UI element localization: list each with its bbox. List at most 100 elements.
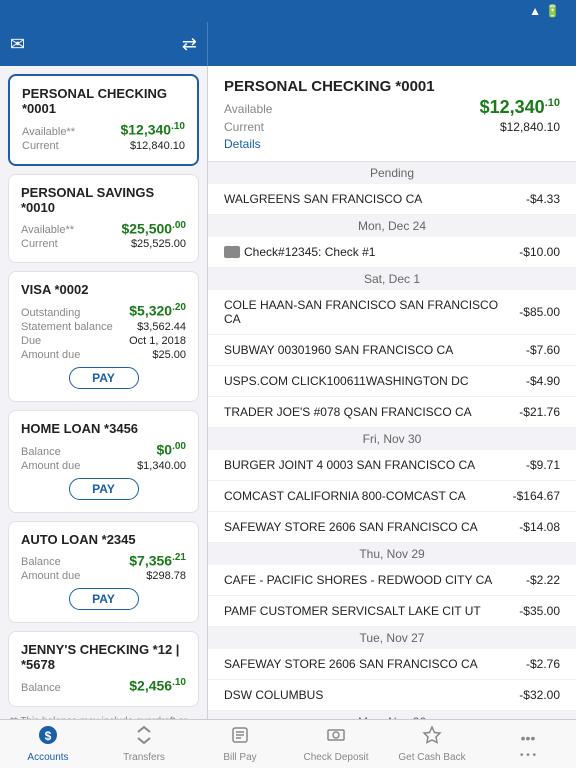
tab-icon-more: •••: [521, 727, 536, 748]
transaction-row[interactable]: USPS.COM CLICK100611WASHINGTON DC-$4.90: [208, 366, 576, 397]
account-card-personal-savings[interactable]: PERSONAL SAVINGS *0010Available**$25,500…: [8, 174, 199, 264]
transaction-row[interactable]: Check#12345: Check #1-$10.00: [208, 237, 576, 268]
tab-item-getcashback[interactable]: Get Cash Back: [384, 720, 480, 768]
transaction-amount: -$21.76: [519, 405, 560, 419]
account-row: Amount due$298.78: [21, 570, 186, 582]
transaction-row[interactable]: SUBWAY 00301960 SAN FRANCISCO CA-$7.60: [208, 335, 576, 366]
transaction-amount: -$7.60: [526, 343, 560, 357]
pay-button[interactable]: PAY: [69, 367, 139, 389]
transaction-name: PAMF CUSTOMER SERVICSALT LAKE CIT UT: [224, 604, 519, 618]
account-row-value: $25,500.00: [121, 220, 186, 237]
transaction-row[interactable]: COLE HAAN-SAN FRANCISCO SAN FRANCISCO CA…: [208, 290, 576, 335]
pay-button[interactable]: PAY: [69, 478, 139, 500]
accounts-panel: PERSONAL CHECKING *0001 Available** $12,34…: [0, 66, 208, 719]
account-card-jenny-checking[interactable]: JENNY'S CHECKING *12 | *5678 Balance$2,45…: [8, 631, 199, 707]
account-row-label: Available**: [21, 224, 74, 236]
account-row-label: Amount due: [21, 349, 80, 361]
section-header: Thu, Nov 29: [208, 543, 576, 565]
transaction-row[interactable]: DSW COLUMBUS-$32.00: [208, 680, 576, 711]
account-row-label: Balance: [21, 446, 61, 458]
transaction-name: TRADER JOE'S #078 QSAN FRANCISCO CA: [224, 405, 519, 419]
available-value: $12,340.10: [480, 97, 560, 118]
section-header: Pending: [208, 162, 576, 184]
tab-bar: $ Accounts Transfers Bill Pay Check Deposit G…: [0, 719, 576, 768]
svg-text:$: $: [45, 729, 52, 743]
tab-item-billpay[interactable]: Bill Pay: [192, 720, 288, 768]
tab-item-checkdeposit[interactable]: Check Deposit: [288, 720, 384, 768]
account-row-label: Current: [22, 140, 59, 152]
pay-button[interactable]: PAY: [69, 588, 139, 610]
main-content: PERSONAL CHECKING *0001 Available** $12,34…: [0, 66, 576, 719]
account-row-value: $7,356.21: [129, 552, 186, 569]
account-row-value: $5,320.20: [129, 302, 186, 319]
account-row-label: Outstanding: [21, 307, 80, 319]
transfer-icon[interactable]: ⇄: [182, 34, 197, 55]
mail-icon[interactable]: ✉: [10, 34, 25, 55]
section-header: Mon, Nov 26: [208, 711, 576, 719]
account-name: VISA *0002: [21, 282, 186, 297]
account-name: JENNY'S CHECKING *12 | *5678: [21, 642, 186, 672]
account-row: Available** $25,500.00: [21, 220, 186, 237]
status-bar: ▲ 🔋: [0, 0, 576, 22]
tab-label-accounts: Accounts: [27, 752, 68, 763]
account-card-auto-loan[interactable]: AUTO LOAN *2345Balance$7,356.21Amount du…: [8, 521, 199, 624]
section-header: Mon, Dec 24: [208, 215, 576, 237]
tab-icon-getcashback: [422, 725, 442, 750]
account-row-value: Oct 1, 2018: [129, 335, 186, 347]
account-row-value: $12,840.10: [130, 140, 185, 152]
transaction-row[interactable]: WALGREENS SAN FRANCISCO CA-$4.33: [208, 184, 576, 215]
available-label: Available: [224, 102, 272, 116]
transaction-row[interactable]: COMCAST CALIFORNIA 800-COMCAST CA-$164.6…: [208, 481, 576, 512]
transaction-amount: -$4.33: [526, 192, 560, 206]
transaction-row[interactable]: PAMF CUSTOMER SERVICSALT LAKE CIT UT-$35…: [208, 596, 576, 627]
tab-icon-billpay: [230, 725, 250, 750]
account-name: AUTO LOAN *2345: [21, 532, 186, 547]
transaction-row[interactable]: SAFEWAY STORE 2606 SAN FRANCISCO CA-$14.…: [208, 512, 576, 543]
transaction-name: SUBWAY 00301960 SAN FRANCISCO CA: [224, 343, 526, 357]
current-value: $12,840.10: [500, 120, 560, 134]
account-name: PERSONAL CHECKING *0001: [22, 86, 185, 116]
tab-label-checkdeposit: Check Deposit: [303, 752, 368, 763]
tab-icon-transfers: [134, 725, 154, 750]
tab-item-accounts[interactable]: $ Accounts: [0, 720, 96, 768]
transaction-amount: -$2.22: [526, 573, 560, 587]
transaction-name: CAFE - PACIFIC SHORES - REDWOOD CITY CA: [224, 573, 526, 587]
tab-item-transfers[interactable]: Transfers: [96, 720, 192, 768]
account-row-value: $298.78: [146, 570, 186, 582]
transaction-name: COLE HAAN-SAN FRANCISCO SAN FRANCISCO CA: [224, 298, 519, 326]
account-row-value: $12,340.10: [120, 121, 185, 138]
transaction-row[interactable]: SAFEWAY STORE 2606 SAN FRANCISCO CA-$2.7…: [208, 649, 576, 680]
transaction-row[interactable]: BURGER JOINT 4 0003 SAN FRANCISCO CA-$9.…: [208, 450, 576, 481]
transaction-amount: -$32.00: [519, 688, 560, 702]
account-row: Balance$0.00: [21, 441, 186, 458]
current-row: Current$12,840.10: [224, 120, 560, 134]
available-row: Available $12,340.10: [224, 97, 560, 118]
transaction-row[interactable]: TRADER JOE'S #078 QSAN FRANCISCO CA-$21.…: [208, 397, 576, 428]
account-card-visa[interactable]: VISA *0002Outstanding$5,320.20Statement …: [8, 271, 199, 402]
tab-item-more[interactable]: ••• • • •: [480, 720, 576, 768]
account-card-home-loan[interactable]: HOME LOAN *3456Balance$0.00Amount due$1,…: [8, 410, 199, 513]
tab-label-more: • • •: [520, 750, 536, 761]
transaction-name: SAFEWAY STORE 2606 SAN FRANCISCO CA: [224, 520, 519, 534]
section-header: Sat, Dec 1: [208, 268, 576, 290]
transaction-row[interactable]: CAFE - PACIFIC SHORES - REDWOOD CITY CA-…: [208, 565, 576, 596]
details-link[interactable]: Details: [224, 137, 261, 151]
account-row-value: $25.00: [152, 349, 186, 361]
account-name: HOME LOAN *3456: [21, 421, 186, 436]
battery-icon: 🔋: [545, 4, 560, 18]
account-row-label: Current: [21, 238, 58, 250]
account-card-personal-checking[interactable]: PERSONAL CHECKING *0001Available**$12,34…: [8, 74, 199, 166]
history-panel: PERSONAL CHECKING *0001Available$12,340.…: [208, 66, 576, 719]
transaction-name: BURGER JOINT 4 0003 SAN FRANCISCO CA: [224, 458, 526, 472]
account-row: DueOct 1, 2018: [21, 335, 186, 347]
account-row: Balance$2,456.10: [21, 677, 186, 694]
account-row: Current $12,840.10: [22, 140, 185, 152]
transaction-amount: -$35.00: [519, 604, 560, 618]
right-nav-panel: [208, 22, 576, 66]
tab-label-transfers: Transfers: [123, 752, 165, 763]
account-row: Outstanding $5,320.20: [21, 302, 186, 319]
wifi-icon: ▲: [529, 4, 541, 18]
section-header: Tue, Nov 27: [208, 627, 576, 649]
account-row: Amount due $25.00: [21, 349, 186, 361]
history-header: PERSONAL CHECKING *0001Available$12,340.…: [208, 66, 576, 162]
